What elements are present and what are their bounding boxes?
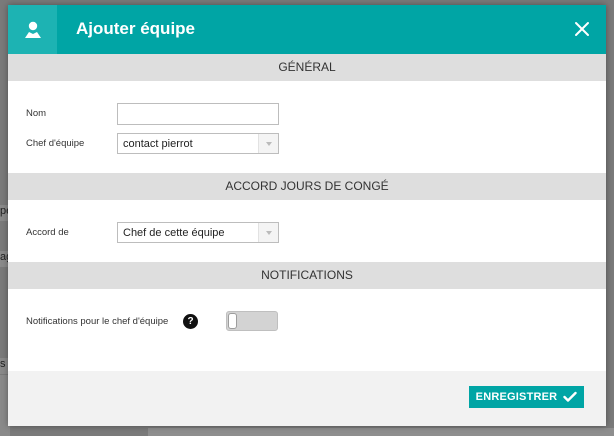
approval-select-value: Chef de cette équipe (123, 227, 225, 239)
team-leader-select-value: contact pierrot (123, 138, 193, 150)
name-input[interactable] (117, 103, 279, 125)
toggle-knob (228, 313, 237, 329)
name-label: Nom (26, 108, 47, 119)
backdrop-panel (148, 428, 614, 436)
approval-select[interactable]: Chef de cette équipe (117, 222, 279, 243)
chevron-down-icon (258, 223, 278, 242)
dialog-header: Ajouter équipe (8, 5, 606, 54)
save-button[interactable]: ENREGISTRER (469, 386, 584, 408)
help-icon[interactable]: ? (183, 314, 198, 329)
close-icon (575, 22, 589, 36)
section-header-leave-approval: ACCORD JOURS DE CONGÉ (8, 173, 606, 200)
leader-notifications-label: Notifications pour le chef d'équipe (26, 316, 169, 327)
leader-notifications-toggle[interactable] (226, 311, 278, 331)
team-leader-label: Chef d'équipe (26, 138, 85, 149)
team-leader-select[interactable]: contact pierrot (117, 133, 279, 154)
close-button[interactable] (572, 19, 592, 39)
header-icon-box (8, 5, 57, 54)
approval-label: Accord de (26, 227, 69, 238)
section-header-notifications: NOTIFICATIONS (8, 262, 606, 289)
checkmark-icon (563, 391, 578, 402)
chevron-down-icon (258, 134, 278, 153)
add-team-dialog: Ajouter équipe GÉNÉRAL Nom Chef d'équipe… (8, 5, 606, 426)
save-button-label: ENREGISTRER (475, 391, 558, 403)
dialog-title: Ajouter équipe (76, 19, 196, 38)
dialog-footer: ENREGISTRER (8, 371, 606, 426)
section-header-general: GÉNÉRAL (8, 54, 606, 81)
user-icon (24, 21, 41, 38)
